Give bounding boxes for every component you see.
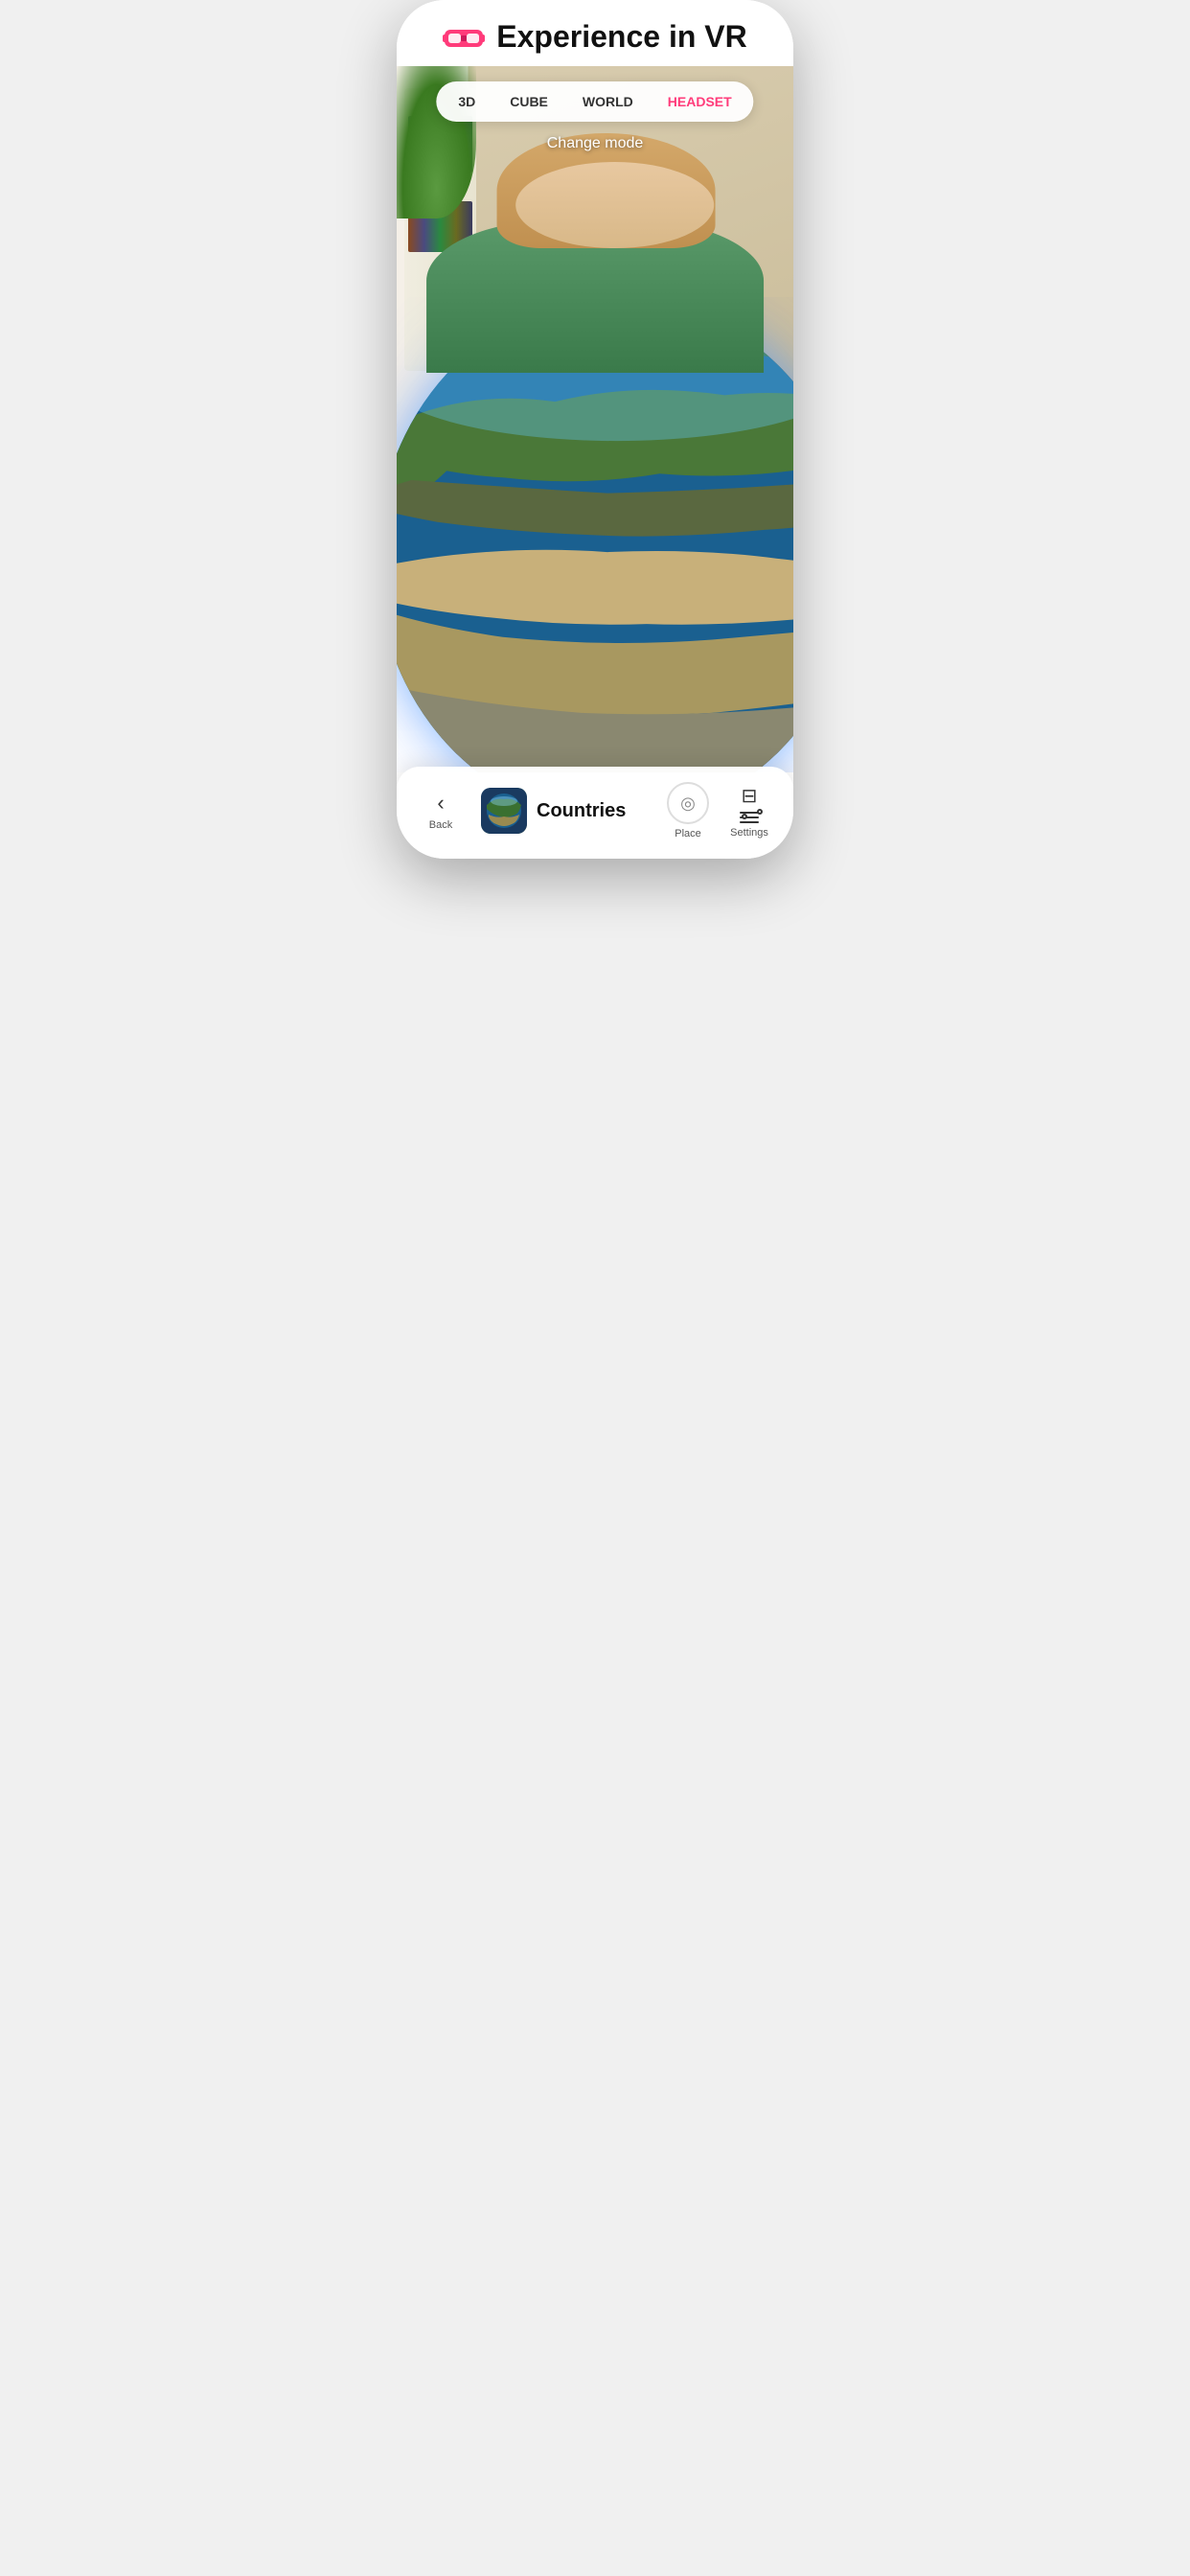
change-mode-label: Change mode (547, 135, 644, 152)
back-arrow-icon: ‹ (437, 791, 444, 816)
settings-label: Settings (730, 827, 768, 839)
settings-button[interactable]: ⊟ Settings (721, 784, 778, 839)
settings-icon-bars (740, 812, 759, 823)
mode-headset-button[interactable]: HEADSET (651, 86, 749, 117)
content-item: Countries (481, 788, 655, 834)
app-title: Experience in VR (496, 19, 746, 55)
place-section: ◎ Place (667, 782, 709, 840)
mode-world-button[interactable]: WORLD (565, 86, 651, 117)
face-decoration (515, 162, 714, 248)
header-bar: Experience in VR (397, 0, 793, 66)
phone-frame: Experience in VR (397, 0, 793, 859)
bottom-bar: ‹ Back Countries (397, 767, 793, 859)
back-label: Back (429, 819, 452, 831)
screen-area: 3D CUBE WORLD HEADSET Change mode ‹ Back (397, 66, 793, 859)
mode-3d-button[interactable]: 3D (441, 86, 492, 117)
place-button[interactable]: ◎ (667, 782, 709, 824)
thumbnail-svg (481, 788, 527, 834)
vr-headset-icon (443, 24, 485, 51)
mode-cube-button[interactable]: CUBE (492, 86, 565, 117)
settings-icon: ⊟ (742, 784, 758, 808)
place-icon: ◎ (680, 794, 696, 814)
item-thumbnail (481, 788, 527, 834)
item-title: Countries (537, 800, 626, 822)
place-label: Place (675, 828, 701, 840)
mode-selector: 3D CUBE WORLD HEADSET (436, 81, 753, 122)
back-button[interactable]: ‹ Back (412, 791, 469, 831)
